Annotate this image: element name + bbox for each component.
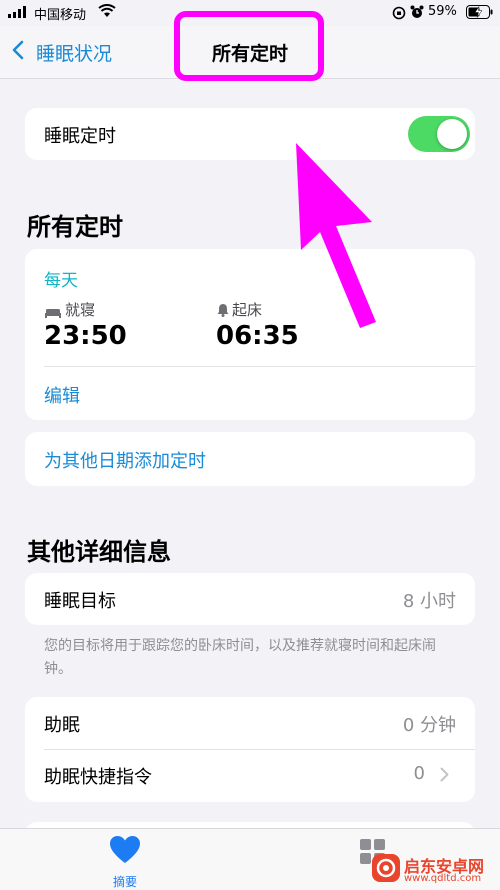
annotation-arrow: [296, 143, 376, 328]
